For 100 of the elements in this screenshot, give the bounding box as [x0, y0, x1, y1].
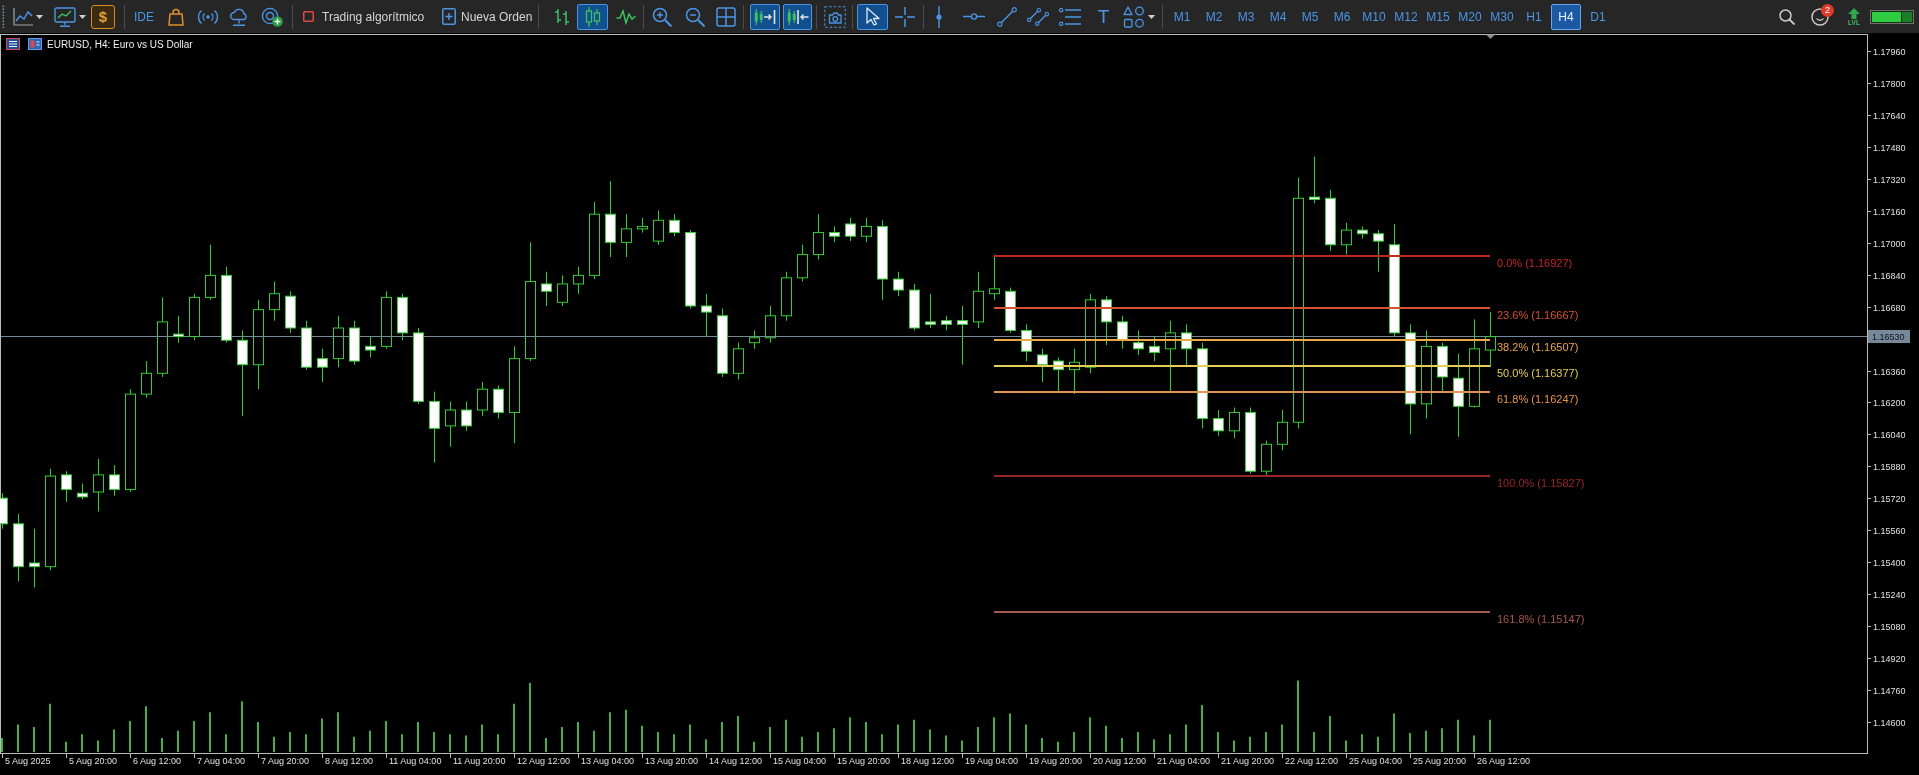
camera-icon[interactable] — [824, 5, 846, 28]
shopping-bag-icon[interactable] — [168, 7, 184, 26]
time-axis-label: 7 Aug 04:00 — [197, 756, 246, 766]
bullish-candle — [189, 293, 200, 341]
time-axis-label: 6 Aug 12:00 — [133, 756, 182, 766]
bullish-candle — [1069, 348, 1080, 395]
chart-shift-button[interactable] — [783, 3, 812, 30]
bearish-candle — [29, 528, 40, 588]
cursor-icon — [865, 7, 880, 26]
bearish-candle — [285, 290, 296, 334]
bullish-candle — [557, 274, 568, 307]
bearish-candle — [349, 320, 360, 366]
timeframe-tab[interactable]: D1 — [1583, 3, 1613, 30]
bearish-candle — [1037, 348, 1048, 383]
bearish-candle — [61, 470, 72, 503]
bullish-candle — [653, 210, 664, 246]
bullish-candle — [1261, 440, 1272, 476]
bullish-candle — [781, 271, 792, 322]
bearish-candle — [845, 217, 856, 242]
fibonacci-level-label: 100.0% (1.15827) — [1497, 477, 1585, 489]
zoom-in-icon[interactable] — [652, 6, 672, 27]
price-axis-label: 1.16680 — [1873, 302, 1906, 313]
candlestick-chart-button[interactable] — [577, 3, 608, 30]
search-icon[interactable] — [1779, 8, 1795, 25]
bearish-candle — [301, 320, 312, 371]
time-axis-label: 14 Aug 12:00 — [709, 756, 763, 766]
price-axis-label: 1.17320 — [1873, 174, 1906, 185]
timeframe-tab[interactable]: M12 — [1391, 3, 1421, 30]
caret-icon — [79, 14, 86, 19]
time-axis-label: 18 Aug 12:00 — [901, 756, 955, 766]
price-axis-label: 1.17800 — [1873, 78, 1906, 89]
time-axis-label: 25 Aug 20:00 — [1413, 756, 1467, 766]
bearish-candle — [925, 293, 936, 329]
window-icon[interactable] — [28, 38, 42, 50]
bullish-candle — [333, 315, 344, 368]
notifications-button[interactable]: 2 — [1809, 3, 1837, 30]
timeframe-tab[interactable]: M3 — [1231, 3, 1261, 30]
price-axis-label: 1.16200 — [1873, 397, 1906, 408]
crosshair-icon — [895, 6, 915, 27]
timeframe-tab[interactable]: M30 — [1487, 3, 1517, 30]
document-plus-icon — [442, 8, 456, 25]
timeframe-tab[interactable]: M10 — [1359, 3, 1389, 30]
vertical-line-icon[interactable] — [936, 5, 942, 28]
price-axis-label: 1.15880 — [1873, 461, 1906, 472]
ide-button[interactable]: IDE — [133, 3, 155, 30]
timeframe-tab[interactable]: M2 — [1199, 3, 1229, 30]
horizontal-lines-icon[interactable] — [1059, 7, 1081, 26]
bearish-candle — [1309, 156, 1320, 204]
fibonacci-level-label: 50.0% (1.16377) — [1497, 367, 1579, 379]
timeframe-tab[interactable]: M4 — [1263, 3, 1293, 30]
bearish-candle — [1133, 329, 1144, 356]
new-order-button[interactable]: Nueva Orden — [438, 3, 534, 30]
bearish-candle — [1213, 409, 1224, 437]
caret-icon — [36, 14, 43, 19]
trend-line-icon[interactable] — [997, 6, 1017, 27]
bearish-candle — [893, 271, 904, 297]
text-tool-button[interactable]: T — [1095, 3, 1112, 30]
time-axis-label: 15 Aug 20:00 — [837, 756, 891, 766]
bearish-candle — [0, 492, 8, 530]
timeframe-tab[interactable]: H4 — [1551, 3, 1581, 30]
bullish-candle — [1341, 222, 1352, 256]
market-button[interactable]: $ — [91, 4, 115, 29]
timeframe-tab[interactable]: M6 — [1327, 3, 1357, 30]
bearish-candle — [909, 283, 920, 331]
timeframe-tab[interactable]: M15 — [1423, 3, 1453, 30]
connection-meter-icon[interactable] — [1870, 9, 1914, 24]
caret-icon — [1148, 14, 1155, 19]
time-axis-label: 26 Aug 12:00 — [1477, 756, 1531, 766]
timeframe-tab[interactable]: H1 — [1519, 3, 1549, 30]
list-icon[interactable] — [6, 38, 20, 50]
time-axis-label: 11 Aug 04:00 — [389, 756, 442, 766]
time-axis-label: 11 Aug 20:00 — [453, 756, 506, 766]
cloud-icon[interactable] — [229, 7, 249, 26]
timeframe-tab[interactable]: M20 — [1455, 3, 1485, 30]
target-plus-icon[interactable] — [261, 6, 283, 27]
bar-chart-icon — [554, 7, 570, 26]
bearish-candle — [109, 464, 120, 497]
price-axis-label: 1.17000 — [1873, 238, 1906, 249]
line-chart-icon — [13, 7, 33, 26]
horizontal-line-icon[interactable] — [963, 13, 985, 20]
bullish-candle — [1229, 407, 1240, 439]
time-axis-label: 8 Aug 12:00 — [325, 756, 374, 766]
price-axis-label: 1.16840 — [1873, 270, 1906, 281]
channel-icon[interactable] — [1027, 6, 1049, 27]
grip-handle-icon[interactable] — [2, 4, 5, 29]
bearish-candle — [317, 348, 328, 383]
algo-trading-button[interactable]: Trading algorítmico — [299, 3, 430, 30]
bullish-candle — [813, 213, 824, 260]
auto-scroll-button[interactable] — [750, 3, 780, 30]
zoom-out-icon[interactable] — [685, 6, 705, 27]
notification-badge: 2 — [1821, 3, 1834, 17]
time-axis-label: 13 Aug 20:00 — [645, 756, 699, 766]
timeframe-tab[interactable]: M1 — [1167, 3, 1197, 30]
cursor-button[interactable] — [857, 3, 888, 30]
scroll-to-end-icon — [754, 8, 776, 25]
fibonacci-level-label: 61.8% (1.16247) — [1497, 393, 1579, 405]
timeframe-tab[interactable]: M5 — [1295, 3, 1325, 30]
bullish-candle — [93, 458, 104, 513]
grid-icon[interactable] — [716, 6, 736, 27]
signal-waves-icon[interactable] — [198, 8, 218, 25]
